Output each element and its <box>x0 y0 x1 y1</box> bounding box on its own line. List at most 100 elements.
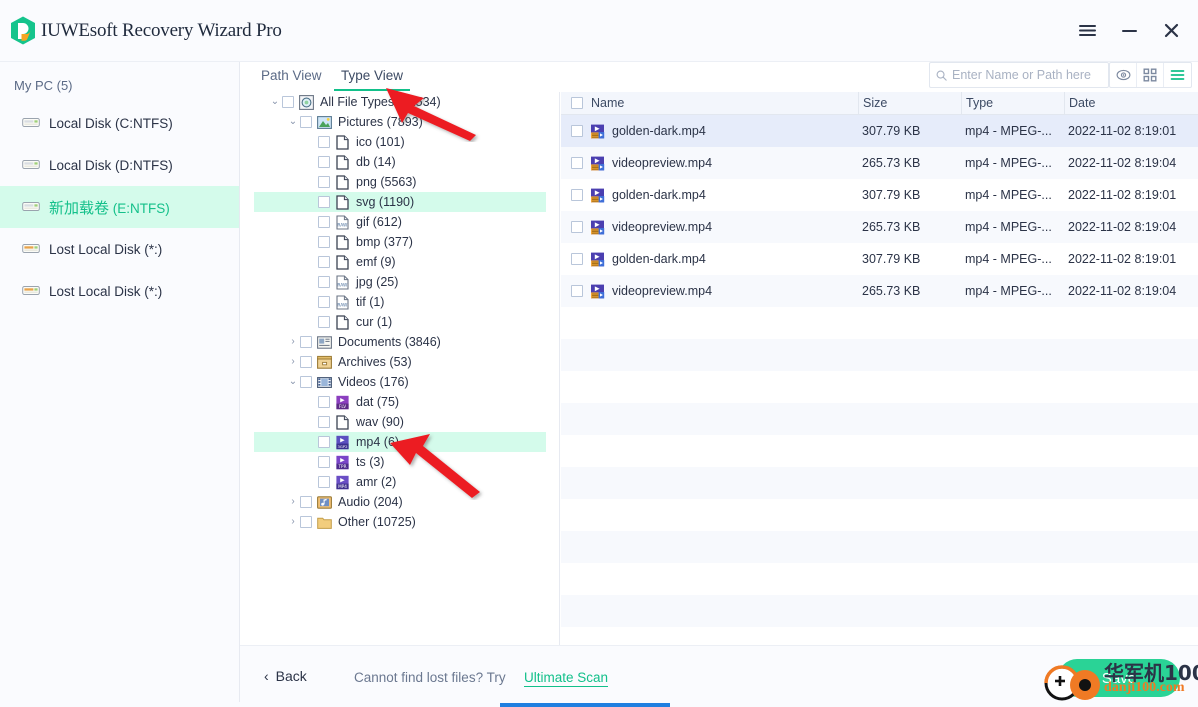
tree-node-3[interactable]: db (14) <box>254 152 546 172</box>
tree-node-checkbox[interactable] <box>318 476 330 488</box>
tree-node-checkbox[interactable] <box>318 136 330 148</box>
ultimate-scan-link[interactable]: Ultimate Scan <box>524 670 609 687</box>
table-row[interactable]: golden-dark.mp4 307.79 KB mp4 - MPEG-... 20… <box>561 243 1198 275</box>
tree-node-checkbox[interactable] <box>318 236 330 248</box>
chevron-right-icon[interactable]: › <box>286 337 300 347</box>
row-checkbox[interactable] <box>571 157 583 169</box>
tree-node-checkbox[interactable] <box>282 96 294 108</box>
tree-node-16[interactable]: wav (90) <box>254 412 546 432</box>
tree-node-checkbox[interactable] <box>300 356 312 368</box>
tree-node-checkbox[interactable] <box>318 256 330 268</box>
tree-node-8[interactable]: emf (9) <box>254 252 546 272</box>
file-doc-icon <box>336 134 349 150</box>
tree-node-checkbox[interactable] <box>318 276 330 288</box>
tree-node-checkbox[interactable] <box>318 436 330 448</box>
cell-size: 265.73 KB <box>862 220 921 234</box>
application-window: IUWEsoft Recovery Wizard Pro My PC (5) L… <box>0 0 1198 707</box>
tree-node-20[interactable]: › Audio (204) <box>254 492 546 512</box>
tree-node-checkbox[interactable] <box>318 456 330 468</box>
tree-node-6[interactable]: RAW gif (612) <box>254 212 546 232</box>
tree-node-17[interactable]: 3GP2 mp4 (6) <box>254 432 546 452</box>
eye-icon <box>1116 69 1130 81</box>
search-input[interactable] <box>952 68 1102 82</box>
svg-text:FLV: FLV <box>339 404 346 409</box>
tree-node-15[interactable]: FLV dat (75) <box>254 392 546 412</box>
archives-folder-icon <box>317 355 332 369</box>
tab-path-view[interactable]: Path View <box>261 68 322 91</box>
row-checkbox[interactable] <box>571 253 583 265</box>
file-doc-icon <box>336 154 349 170</box>
tree-node-checkbox[interactable] <box>300 336 312 348</box>
tree-node-4[interactable]: png (5563) <box>254 172 546 192</box>
row-checkbox[interactable] <box>571 221 583 233</box>
select-all-checkbox[interactable] <box>571 97 583 109</box>
tree-node-21[interactable]: › Other (10725) <box>254 512 546 532</box>
table-row[interactable]: golden-dark.mp4 307.79 KB mp4 - MPEG-... 20… <box>561 115 1198 147</box>
chevron-down-icon[interactable]: ⌄ <box>268 97 282 107</box>
tree-node-0[interactable]: ⌄ All File Types (21534) <box>254 92 546 112</box>
sidebar-item-0[interactable]: Local Disk (C:NTFS) <box>0 102 239 144</box>
tree-node-5[interactable]: svg (1190) <box>254 192 546 212</box>
save-button[interactable]: Save <box>1058 659 1180 697</box>
minimize-icon[interactable] <box>1108 10 1150 50</box>
tree-node-2[interactable]: ico (101) <box>254 132 546 152</box>
file-list-panel: Name Size Type Date golden-dark.mp4 307.7… <box>561 91 1198 707</box>
tree-node-19[interactable]: MP4 amr (2) <box>254 472 546 492</box>
preview-eye-button[interactable] <box>1110 63 1137 87</box>
file-doc-icon <box>336 194 349 210</box>
chevron-down-icon[interactable]: ⌄ <box>286 377 300 387</box>
tab-type-view[interactable]: Type View <box>333 68 411 91</box>
tree-node-13[interactable]: › Archives (53) <box>254 352 546 372</box>
tree-node-11[interactable]: cur (1) <box>254 312 546 332</box>
list-view-button[interactable] <box>1164 63 1191 87</box>
tree-node-checkbox[interactable] <box>318 316 330 328</box>
chevron-right-icon[interactable]: › <box>286 497 300 507</box>
column-header-size[interactable]: Size <box>863 96 887 110</box>
sidebar-item-2[interactable]: 新加载卷 (E:NTFS) <box>0 186 239 228</box>
tree-node-10[interactable]: RAW tif (1) <box>254 292 546 312</box>
sidebar-item-label: 新加载卷 (E:NTFS) <box>49 199 170 217</box>
mp4-file-icon <box>591 252 605 266</box>
tree-node-14[interactable]: ⌄ Videos (176) <box>254 372 546 392</box>
tree-node-1[interactable]: ⌄ Pictures (7893) <box>254 112 546 132</box>
close-icon[interactable] <box>1150 10 1192 50</box>
column-header-name[interactable]: Name <box>591 96 624 110</box>
tree-node-checkbox[interactable] <box>318 296 330 308</box>
hamburger-menu-icon[interactable] <box>1066 10 1108 50</box>
tree-node-12[interactable]: › Documents (3846) <box>254 332 546 352</box>
search-box[interactable] <box>929 62 1109 88</box>
grid-view-button[interactable] <box>1137 63 1164 87</box>
table-row[interactable]: videopreview.mp4 265.73 KB mp4 - MPEG-... 2… <box>561 147 1198 179</box>
tree-node-checkbox[interactable] <box>318 156 330 168</box>
tree-node-checkbox[interactable] <box>300 496 312 508</box>
sidebar-item-3[interactable]: Lost Local Disk (*:) <box>0 228 239 270</box>
tree-node-checkbox[interactable] <box>300 516 312 528</box>
tree-node-checkbox[interactable] <box>318 216 330 228</box>
svg-text:RAW: RAW <box>337 282 348 288</box>
tree-node-checkbox[interactable] <box>318 196 330 208</box>
tree-node-checkbox[interactable] <box>300 116 312 128</box>
column-header-date[interactable]: Date <box>1069 96 1095 110</box>
sidebar-item-1[interactable]: Local Disk (D:NTFS) <box>0 144 239 186</box>
row-checkbox[interactable] <box>571 285 583 297</box>
chevron-right-icon[interactable]: › <box>286 517 300 527</box>
tree-node-9[interactable]: RAW jpg (25) <box>254 272 546 292</box>
table-row[interactable]: videopreview.mp4 265.73 KB mp4 - MPEG-... 2… <box>561 275 1198 307</box>
tree-node-18[interactable]: TPR ts (3) <box>254 452 546 472</box>
chevron-right-icon[interactable]: › <box>286 357 300 367</box>
file-type-tree: ⌄ All File Types (21534) ⌄ Pictures (7893) i… <box>254 92 560 652</box>
tree-node-7[interactable]: bmp (377) <box>254 232 546 252</box>
table-row[interactable]: golden-dark.mp4 307.79 KB mp4 - MPEG-... 20… <box>561 179 1198 211</box>
chevron-down-icon[interactable]: ⌄ <box>286 117 300 127</box>
tree-node-checkbox[interactable] <box>318 176 330 188</box>
column-header-type[interactable]: Type <box>966 96 993 110</box>
sidebar-item-4[interactable]: Lost Local Disk (*:) <box>0 270 239 312</box>
sidebar-item-label: Local Disk (D:NTFS) <box>49 157 173 173</box>
tree-node-checkbox[interactable] <box>318 416 330 428</box>
tree-node-checkbox[interactable] <box>300 376 312 388</box>
tree-node-checkbox[interactable] <box>318 396 330 408</box>
row-checkbox[interactable] <box>571 125 583 137</box>
table-row[interactable]: videopreview.mp4 265.73 KB mp4 - MPEG-... 2… <box>561 211 1198 243</box>
row-checkbox[interactable] <box>571 189 583 201</box>
back-button[interactable]: ‹ Back <box>264 668 307 684</box>
